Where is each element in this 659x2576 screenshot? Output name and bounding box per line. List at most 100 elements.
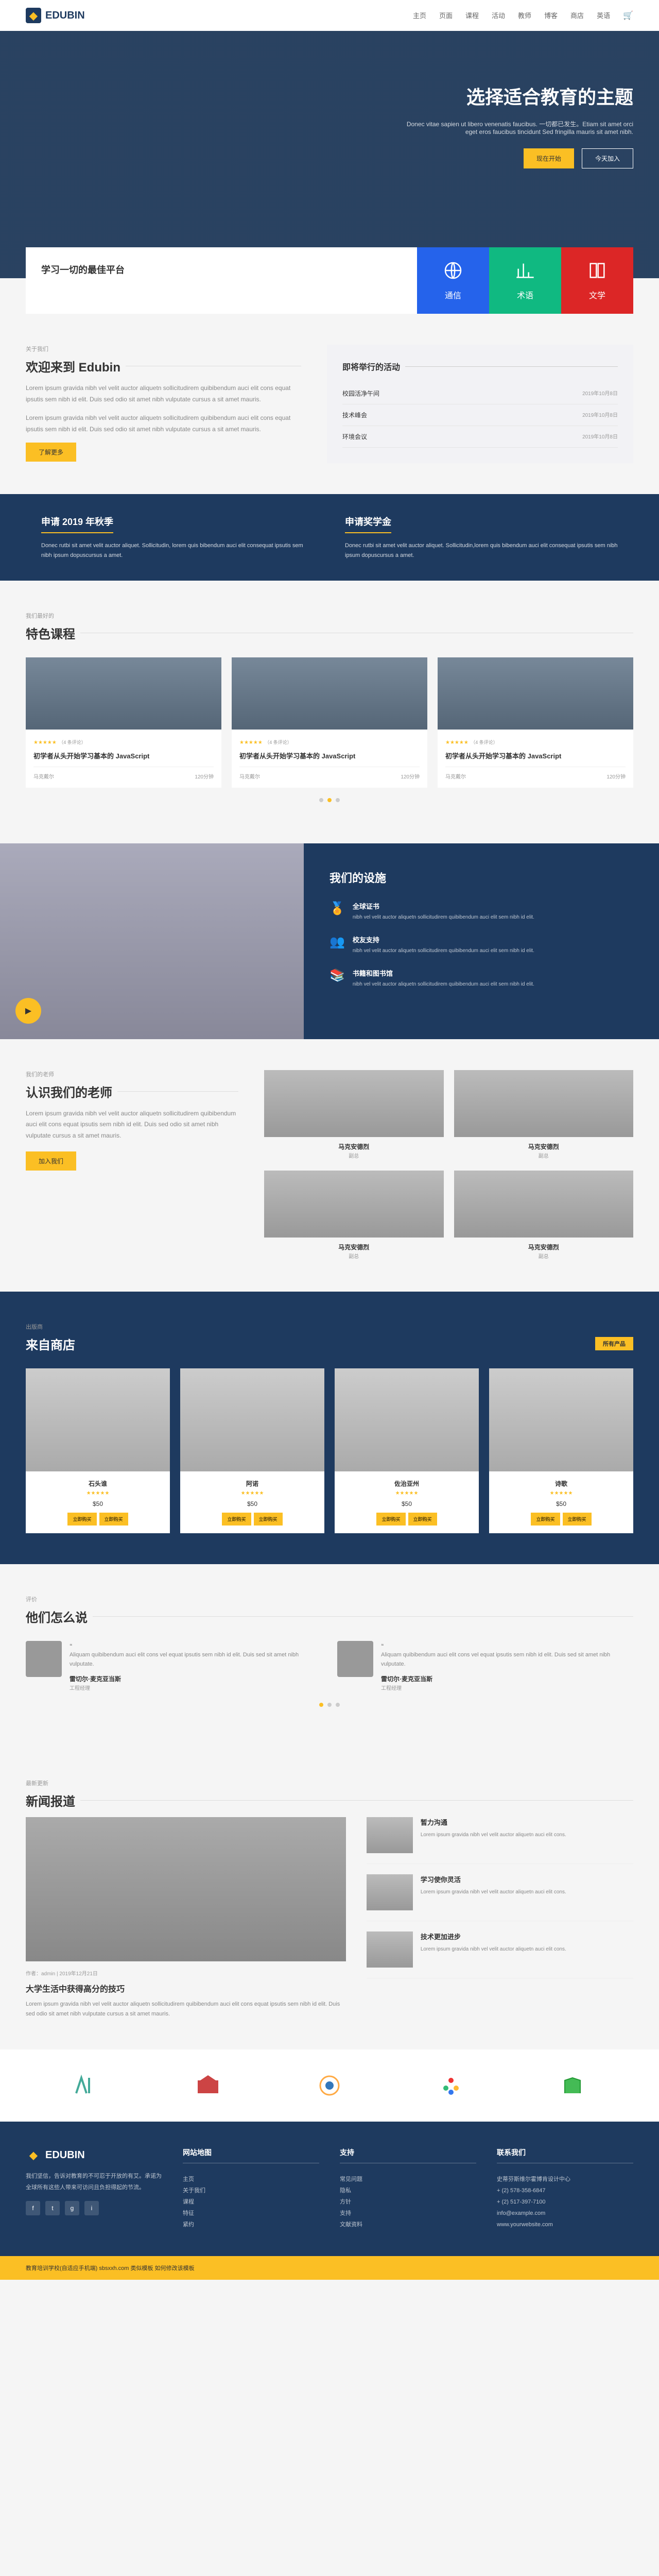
buy-button[interactable]: 立即购买 (99, 1513, 128, 1526)
hero-start-button[interactable]: 现在开始 (524, 148, 574, 168)
buy-button[interactable]: 立即购买 (376, 1513, 405, 1526)
product-image (335, 1368, 479, 1471)
footer-contact: 史蒂芬斯维尔霍博肯设计中心 (497, 2174, 633, 2185)
teacher-card[interactable]: 马克安德烈副总 (454, 1171, 634, 1261)
news-title: 新闻报道 (26, 1791, 633, 1809)
nav-shop[interactable]: 商店 (570, 12, 584, 20)
footer-link[interactable]: 支持 (340, 2208, 476, 2219)
course-image (438, 657, 633, 730)
footer-link[interactable]: 方针 (340, 2196, 476, 2208)
twitter-icon[interactable]: t (45, 2201, 60, 2215)
footer-link[interactable]: 特征 (183, 2208, 319, 2219)
teacher-card[interactable]: 马克安德烈副总 (264, 1171, 444, 1261)
product-card[interactable]: 佐治亚州★★★★★$50立即购买立即购买 (335, 1368, 479, 1533)
about-title: 欢迎来到 Edubin (26, 357, 301, 375)
apply-scholarship: 申请奖学金 Donec rutbi sit amet velit auctor … (330, 515, 633, 560)
course-card[interactable]: ★★★★★ （4 条评论） 初学者从头开始学习基本的 JavaScript 马克… (438, 657, 633, 787)
footer-contact: www.yourwebsite.com (497, 2219, 633, 2230)
footer-link[interactable]: 常见问题 (340, 2174, 476, 2185)
footer-link[interactable]: 课程 (183, 2196, 319, 2208)
courses-label: 我们最好的 (26, 612, 633, 620)
news-item[interactable]: 学习使你灵活Lorem ipsum gravida nibh vel velit… (367, 1874, 633, 1921)
news-item-title: 学习使你灵活 (421, 1874, 566, 1884)
nav-teachers[interactable]: 教师 (518, 12, 531, 20)
facilities-section: ▶ 我们的设施 🏅 全球证书nibh vel velit auctor aliq… (0, 843, 659, 1039)
feature-term[interactable]: 术语 (489, 247, 561, 314)
sponsor-logo (430, 2070, 472, 2101)
course-name: 初学者从头开始学习基本的 JavaScript (33, 752, 214, 761)
buy-button[interactable]: 立即购买 (563, 1513, 592, 1526)
product-card[interactable]: 石头谁★★★★★$50立即购买立即购买 (26, 1368, 170, 1533)
teacher-photo (454, 1171, 634, 1238)
teacher-photo (264, 1171, 444, 1238)
footer-contact: info@example.com (497, 2208, 633, 2219)
hero-join-button[interactable]: 今天加入 (582, 148, 633, 168)
testimonial-role: 工程经理 (70, 1686, 90, 1691)
avatar (26, 1641, 62, 1677)
brand-text: EDUBIN (45, 10, 85, 22)
logo[interactable]: ◆ EDUBIN (26, 8, 85, 23)
footer-link[interactable]: 紧约 (183, 2219, 319, 2230)
footer-link[interactable]: 隐私 (340, 2185, 476, 2196)
teacher-card[interactable]: 马克安德烈副总 (264, 1070, 444, 1160)
nav-courses[interactable]: 课程 (465, 12, 479, 20)
shop-title: 来自商店所有产品 (26, 1335, 633, 1353)
shop-section: 出版商 来自商店所有产品 石头谁★★★★★$50立即购买立即购买 阿诺★★★★★… (0, 1292, 659, 1564)
feature-lit[interactable]: 文学 (561, 247, 633, 314)
stars-icon: ★★★★★ (33, 1490, 162, 1496)
teacher-name: 马克安德烈 (264, 1243, 444, 1251)
teacher-card[interactable]: 马克安德烈副总 (454, 1070, 634, 1160)
testimonial-text: Aliquam quibibendum auci elit cons vel e… (70, 1650, 322, 1669)
nav-pages[interactable]: 页面 (439, 12, 453, 20)
product-card[interactable]: 诗歌★★★★★$50立即购买立即购买 (489, 1368, 633, 1533)
feature-comm[interactable]: 通信 (417, 247, 489, 314)
google-icon[interactable]: g (65, 2201, 79, 2215)
globe-icon (443, 260, 463, 281)
hero-desc: Donec vitae sapien ut libero venenatis f… (402, 120, 633, 135)
cart-icon[interactable]: 🛒 (623, 10, 633, 21)
footer-contact: + (2) 517-397-7100 (497, 2196, 633, 2208)
footer-col-title: 联系我们 (497, 2147, 633, 2163)
course-name: 初学者从头开始学习基本的 JavaScript (239, 752, 420, 761)
event-item[interactable]: 技术峰会2019年10月8日 (342, 404, 618, 426)
hero-section: 选择适合教育的主题 Donec vitae sapien ut libero v… (0, 31, 659, 278)
shop-label: 出版商 (26, 1323, 633, 1331)
event-item[interactable]: 环境会议2019年10月8日 (342, 426, 618, 448)
copyright-bar: 教育培训学校(自适应手机端) sbsxxh.com 类似模板 如何修改该模板 (0, 2256, 659, 2280)
footer-link[interactable]: 关于我们 (183, 2185, 319, 2196)
event-item[interactable]: 校园活净午间2019年10月8日 (342, 383, 618, 404)
course-image (26, 657, 221, 730)
buy-button[interactable]: 立即购买 (254, 1513, 283, 1526)
facebook-icon[interactable]: f (26, 2201, 40, 2215)
news-item-desc: Lorem ipsum gravida nibh vel velit aucto… (421, 1945, 566, 1954)
buy-button[interactable]: 立即购买 (222, 1513, 251, 1526)
nav-home[interactable]: 主页 (413, 12, 426, 20)
buy-button[interactable]: 立即购买 (408, 1513, 437, 1526)
all-products-button[interactable]: 所有产品 (595, 1337, 633, 1350)
sponsor-logo (66, 2070, 107, 2101)
footer-link[interactable]: 文献资料 (340, 2219, 476, 2230)
news-item[interactable]: 暂力沟通Lorem ipsum gravida nibh vel velit a… (367, 1817, 633, 1864)
course-image (232, 657, 427, 730)
instagram-icon[interactable]: i (84, 2201, 99, 2215)
nav-lang[interactable]: 英语 (597, 12, 610, 20)
buy-button[interactable]: 立即购买 (67, 1513, 96, 1526)
testimonial-role: 工程经理 (381, 1686, 402, 1691)
product-card[interactable]: 阿诺★★★★★$50立即购买立即购买 (180, 1368, 324, 1533)
news-main[interactable]: 作者：admin | 2019年12月21日 大学生活中获得高分的技巧 Lore… (26, 1817, 346, 2019)
join-us-button[interactable]: 加入我们 (26, 1151, 76, 1171)
learn-more-button[interactable]: 了解更多 (26, 443, 76, 462)
buy-button[interactable]: 立即购买 (531, 1513, 560, 1526)
events-title: 即将举行的活动 (342, 360, 618, 372)
footer-link[interactable]: 主页 (183, 2174, 319, 2185)
news-item[interactable]: 技术更加进步Lorem ipsum gravida nibh vel velit… (367, 1931, 633, 1978)
nav-events[interactable]: 活动 (492, 12, 505, 20)
nav-blog[interactable]: 博客 (544, 12, 558, 20)
teacher-name: 马克安德烈 (264, 1142, 444, 1151)
about-section: 关于我们 欢迎来到 Edubin Lorem ipsum gravida nib… (0, 314, 659, 494)
play-button[interactable]: ▶ (15, 998, 41, 1024)
product-name: 石头谁 (33, 1479, 162, 1488)
course-card[interactable]: ★★★★★ （4 条评论） 初学者从头开始学习基本的 JavaScript 马克… (232, 657, 427, 787)
course-card[interactable]: ★★★★★ （4 条评论） 初学者从头开始学习基本的 JavaScript 马克… (26, 657, 221, 787)
stars-icon: ★★★★★ (342, 1490, 471, 1496)
